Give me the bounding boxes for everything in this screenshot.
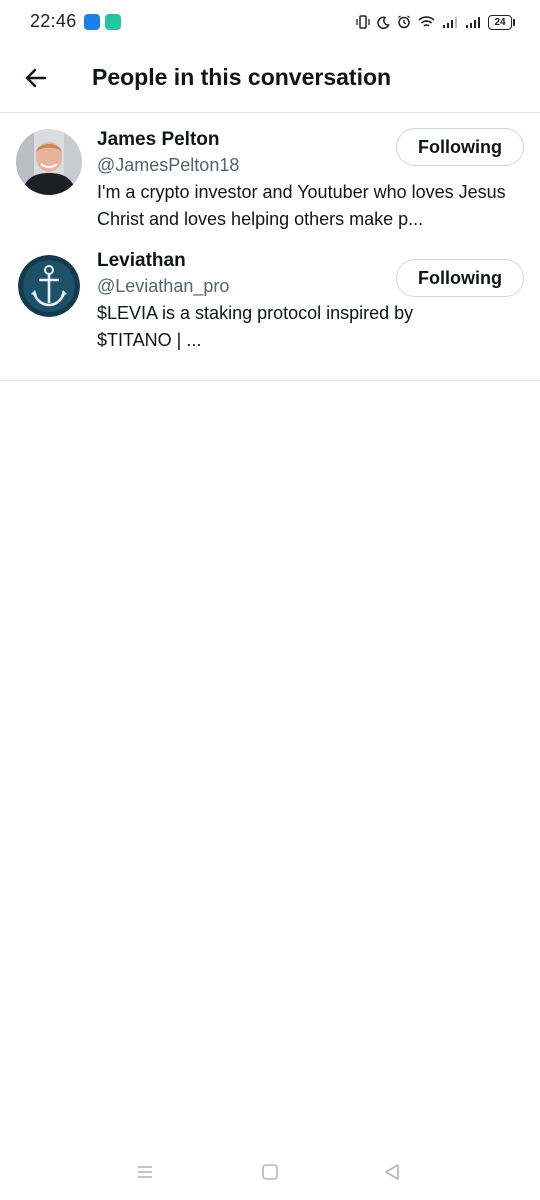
arrow-left-icon: [25, 68, 47, 88]
recent-apps-button[interactable]: [133, 1160, 157, 1184]
person-bio: I'm a crypto investor and Youtuber who l…: [97, 182, 506, 229]
status-icons: 24: [356, 12, 515, 32]
moon-icon: [377, 16, 390, 29]
menu-icon: [138, 1166, 152, 1178]
back-triangle-icon: [385, 1164, 399, 1180]
back-button[interactable]: [16, 58, 56, 98]
status-bar: 22:46 24: [0, 0, 540, 44]
people-list: James Pelton @JamesPelton18 I'm a crypto…: [0, 113, 540, 381]
status-time: 22:46: [30, 11, 77, 31]
chat-notification-icon: [105, 14, 121, 30]
screen: 22:46 24 People in this conversation Jam…: [0, 0, 540, 1200]
home-button[interactable]: [258, 1160, 282, 1184]
list-item-person[interactable]: Leviathan @Leviathan_pro $LEVIA is a sta…: [0, 246, 540, 380]
wifi-icon: [418, 16, 435, 27]
person-avatar-icon: [16, 129, 82, 195]
system-nav-bar: [0, 1144, 540, 1200]
person-bio: $LEVIA is a staking protocol inspired by…: [97, 303, 414, 350]
home-icon: [262, 1164, 278, 1180]
page-title: People in this conversation: [92, 64, 392, 90]
signal-icon-2: [466, 17, 480, 28]
list-item-person[interactable]: James Pelton @JamesPelton18 I'm a crypto…: [0, 113, 540, 246]
alarm-icon: [398, 15, 410, 29]
vibrate-icon: [356, 15, 370, 29]
avatar[interactable]: [18, 255, 80, 317]
anchor-avatar-icon: [18, 255, 80, 317]
battery-icon: 24: [488, 14, 515, 30]
header: People in this conversation: [0, 44, 540, 113]
system-back-button[interactable]: [380, 1160, 404, 1184]
following-button[interactable]: Following: [396, 128, 524, 166]
following-button[interactable]: Following: [396, 259, 524, 297]
signal-icon: [443, 17, 457, 28]
avatar[interactable]: [16, 129, 82, 195]
cloud-notification-icon: [84, 14, 100, 30]
